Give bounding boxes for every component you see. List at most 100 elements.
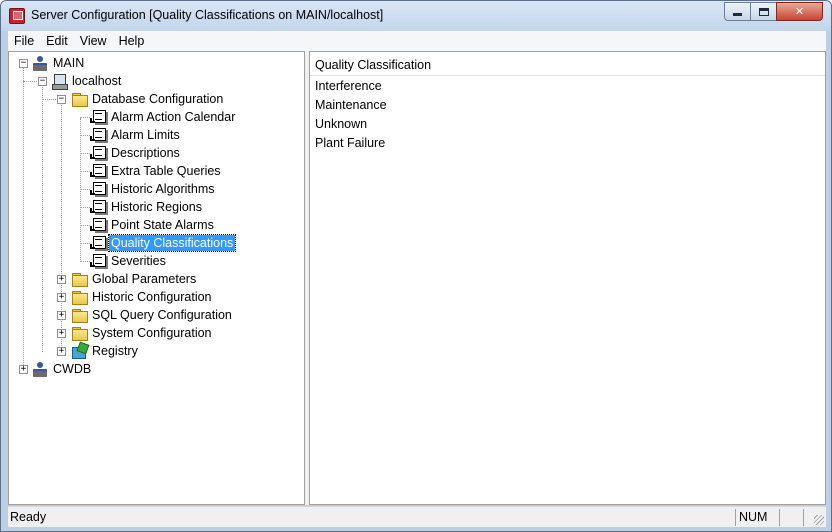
- tree-view[interactable]: − − − + + + + + + MAIN localhost Databas…: [8, 51, 305, 505]
- tree-node-severities[interactable]: Severities: [90, 252, 168, 270]
- minimize-icon: [733, 13, 742, 16]
- folder-icon: [71, 325, 88, 341]
- server-icon: [32, 361, 48, 377]
- tree-node-label: MAIN: [53, 56, 85, 70]
- tree-node-label: Registry: [92, 344, 138, 358]
- folder-icon: [71, 91, 88, 107]
- tree-node-cwdb[interactable]: CWDB: [32, 360, 93, 378]
- expand-system-configuration-toggle[interactable]: +: [57, 329, 66, 338]
- tree-node-label: SQL Query Configuration: [92, 308, 232, 322]
- server-icon: [32, 55, 48, 71]
- tree-node-label: Historic Algorithms: [111, 182, 215, 196]
- tree-line: [80, 135, 90, 136]
- expand-historic-configuration-toggle[interactable]: +: [57, 293, 66, 302]
- tree-node-sql-query-configuration[interactable]: SQL Query Configuration: [71, 306, 234, 324]
- app-icon[interactable]: [9, 8, 25, 24]
- client-area: − − − + + + + + + MAIN localhost Databas…: [8, 51, 826, 505]
- menu-help[interactable]: Help: [113, 34, 151, 48]
- num-lock-indicator: NUM: [739, 510, 768, 524]
- tree-node-label: Historic Configuration: [92, 290, 212, 304]
- minimize-button[interactable]: [724, 2, 751, 21]
- expand-global-parameters-toggle[interactable]: +: [57, 275, 66, 284]
- folder-icon: [71, 271, 88, 287]
- tree-node-system-configuration[interactable]: System Configuration: [71, 324, 214, 342]
- tree-node-localhost[interactable]: localhost: [51, 72, 123, 90]
- list-view[interactable]: Quality Classification Interference Main…: [309, 51, 826, 505]
- tree-node-main[interactable]: MAIN: [32, 54, 86, 72]
- config-table-icon: [90, 253, 106, 269]
- list-item[interactable]: Unknown: [315, 117, 367, 135]
- tree-node-global-parameters[interactable]: Global Parameters: [71, 270, 198, 288]
- tree-node-extra-table-queries[interactable]: Extra Table Queries: [90, 162, 223, 180]
- tree-line: [80, 225, 90, 226]
- tree-line: [42, 82, 43, 352]
- expand-sql-query-configuration-toggle[interactable]: +: [57, 311, 66, 320]
- menu-file[interactable]: File: [8, 34, 40, 48]
- tree-node-point-state-alarms[interactable]: Point State Alarms: [90, 216, 216, 234]
- tree-line: [80, 207, 90, 208]
- tree-line: [80, 171, 90, 172]
- collapse-database-configuration-toggle[interactable]: −: [57, 95, 66, 104]
- config-table-icon: [90, 199, 106, 215]
- list-item[interactable]: Interference: [315, 79, 382, 97]
- tree-node-database-configuration[interactable]: Database Configuration: [71, 90, 225, 108]
- tree-line: [80, 189, 90, 190]
- tree-node-label: Point State Alarms: [111, 218, 214, 232]
- folder-icon: [71, 289, 88, 305]
- tree-node-alarm-action-calendar[interactable]: Alarm Action Calendar: [90, 108, 237, 126]
- computer-icon: [51, 73, 68, 90]
- tree-node-historic-regions[interactable]: Historic Regions: [90, 198, 204, 216]
- tree-node-quality-classifications[interactable]: Quality Classifications: [90, 234, 237, 252]
- tree-node-label-selected: Quality Classifications: [107, 234, 237, 252]
- expand-registry-toggle[interactable]: +: [57, 347, 66, 356]
- window-title: Server Configuration [Quality Classifica…: [31, 8, 384, 22]
- collapse-main-toggle[interactable]: −: [19, 59, 28, 68]
- tree-line: [80, 243, 90, 244]
- menu-edit[interactable]: Edit: [40, 34, 74, 48]
- column-header-quality-classification[interactable]: Quality Classification: [310, 55, 825, 76]
- config-table-icon: [90, 145, 106, 161]
- tree-node-label: Descriptions: [111, 146, 180, 160]
- tree-line: [23, 63, 24, 369]
- tree-node-registry[interactable]: Registry: [71, 342, 140, 360]
- tree-line: [80, 117, 90, 118]
- list-item[interactable]: Plant Failure: [315, 136, 385, 154]
- config-table-icon: [90, 163, 106, 179]
- tree-node-descriptions[interactable]: Descriptions: [90, 144, 182, 162]
- config-table-icon: [90, 127, 106, 143]
- menu-bar: File Edit View Help: [8, 31, 826, 51]
- tree-node-historic-configuration[interactable]: Historic Configuration: [71, 288, 214, 306]
- config-table-icon: [90, 217, 106, 233]
- tree-line: [42, 99, 56, 100]
- status-text: Ready: [10, 510, 47, 524]
- status-divider: [779, 509, 780, 526]
- menu-view[interactable]: View: [74, 34, 113, 48]
- tree-node-label: Database Configuration: [92, 92, 224, 106]
- tree-node-alarm-limits[interactable]: Alarm Limits: [90, 126, 182, 144]
- expand-cwdb-toggle[interactable]: +: [19, 365, 28, 374]
- resize-grip-icon[interactable]: [814, 515, 824, 525]
- maximize-button[interactable]: [750, 2, 777, 21]
- tree-node-label: System Configuration: [92, 326, 212, 340]
- status-bar: Ready NUM: [8, 506, 826, 527]
- close-button[interactable]: ✕: [776, 2, 823, 21]
- close-icon: ✕: [794, 6, 805, 18]
- tree-node-label: Severities: [111, 254, 166, 268]
- folder-icon: [71, 307, 88, 323]
- registry-icon: [71, 343, 87, 359]
- maximize-icon: [758, 7, 769, 16]
- tree-line: [80, 118, 81, 262]
- tree-node-historic-algorithms[interactable]: Historic Algorithms: [90, 180, 217, 198]
- title-bar[interactable]: Server Configuration [Quality Classifica…: [1, 1, 831, 31]
- tree-line: [23, 81, 37, 82]
- list-item[interactable]: Maintenance: [315, 98, 387, 116]
- tree-node-label: CWDB: [53, 362, 92, 376]
- tree-node-label: localhost: [72, 74, 122, 88]
- config-table-icon: [90, 235, 106, 251]
- tree-node-label: Extra Table Queries: [111, 164, 221, 178]
- config-table-icon: [90, 109, 106, 125]
- collapse-localhost-toggle[interactable]: −: [38, 77, 47, 86]
- tree-node-label: Global Parameters: [92, 272, 197, 286]
- app-window: Server Configuration [Quality Classifica…: [0, 0, 832, 532]
- config-table-icon: [90, 181, 106, 197]
